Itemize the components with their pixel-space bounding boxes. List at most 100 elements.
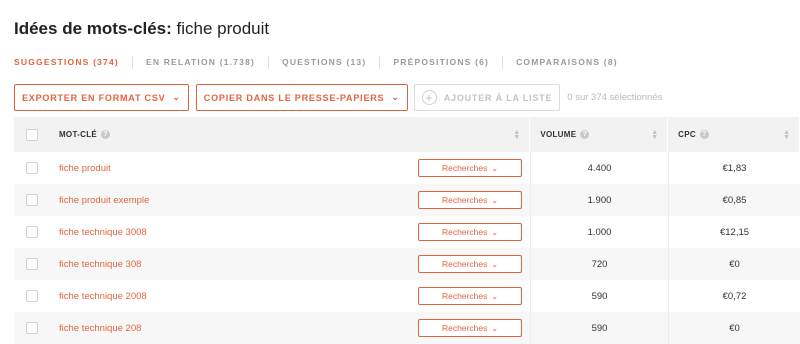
help-icon[interactable]: ? [101,130,111,139]
copy-clipboard-label: COPIER DANS LE PRESSE-PAPIERS [203,92,385,103]
row-check-cell [14,258,50,270]
keyword-link[interactable]: fiche technique 208 [59,323,141,334]
row-checkbox[interactable] [26,194,38,206]
page-title: Idées de mots-clés: fiche produit [14,19,269,39]
row-check-cell [14,162,50,174]
volume-cell: 1.000 [530,216,668,248]
keyword-cell: fiche technique 2008 Recherches ⌄ [50,280,530,312]
searches-label: Recherches [441,195,488,205]
tab-en-relation[interactable]: EN RELATION (1.738) [146,57,255,67]
page-title-label: Idées de mots-clés: [14,19,172,38]
selection-count: 0 sur 374 sélectionnés [567,92,663,103]
keyword-cell: fiche produit Recherches ⌄ [50,152,530,184]
tab-divider [502,55,504,69]
searches-button[interactable]: Recherches ⌄ [418,159,522,177]
add-to-list-button[interactable]: + AJOUTER À LA LISTE [413,84,561,111]
header-cpc-wrap: CPC ? [678,130,709,139]
volume-cell: 590 [530,280,668,312]
header-cpc-label: CPC [678,130,696,139]
cpc-cell: €0 [668,312,800,344]
row-checkbox[interactable] [26,290,38,302]
keyword-table: MOT-CLÉ ? ▲ ▼ VOLUME ? ▲ ▼ CPC ? ▲ ▼ fiche … [14,117,800,344]
table-row: fiche technique 308 Recherches ⌄ 720 €0 [14,248,800,280]
chevron-down-icon: ⌄ [391,92,400,102]
keyword-link[interactable]: fiche produit [59,163,111,174]
cpc-cell: €0 [668,248,800,280]
searches-label: Recherches [441,323,488,333]
export-csv-button[interactable]: EXPORTER EN FORMAT CSV ⌄ [14,84,189,111]
row-check-cell [14,194,50,206]
select-all-cell [14,128,50,141]
header-keyword-wrap: MOT-CLÉ ? [58,130,111,139]
add-to-list-label: AJOUTER À LA LISTE [443,92,553,103]
searches-button[interactable]: Recherches ⌄ [418,319,522,337]
searches-button[interactable]: Recherches ⌄ [418,255,522,273]
table-row: fiche technique 208 Recherches ⌄ 590 €0 [14,312,800,344]
keyword-cell: fiche technique 3008 Recherches ⌄ [50,216,530,248]
row-check-cell [14,290,50,302]
cpc-cell: €1,83 [668,152,800,184]
volume-cell: 720 [530,248,668,280]
keyword-cell: fiche technique 308 Recherches ⌄ [50,248,530,280]
sort-icon[interactable]: ▲ ▼ [783,129,790,141]
volume-cell: 590 [530,312,668,344]
cpc-cell: €0,72 [668,280,800,312]
chevron-down-icon: ⌄ [491,227,499,237]
tab-comparaisons[interactable]: COMPARAISONS (8) [516,57,618,67]
tab-divider [268,55,270,69]
copy-clipboard-button[interactable]: COPIER DANS LE PRESSE-PAPIERS ⌄ [195,84,408,111]
searches-label: Recherches [441,291,488,301]
keyword-link[interactable]: fiche produit exemple [59,195,149,206]
searches-button[interactable]: Recherches ⌄ [418,287,522,305]
header-keyword[interactable]: MOT-CLÉ ? ▲ ▼ [50,117,529,152]
table-row: fiche technique 3008 Recherches ⌄ 1.000 €… [14,216,800,248]
tab-divider [379,55,381,69]
row-check-cell [14,322,50,334]
help-icon[interactable]: ? [699,130,709,139]
header-volume-label: VOLUME [540,130,577,139]
chevron-down-icon: ⌄ [491,291,499,301]
header-volume-wrap: VOLUME ? [540,130,590,139]
searches-button[interactable]: Recherches ⌄ [418,223,522,241]
header-cpc[interactable]: CPC ? ▲ ▼ [667,117,799,152]
sort-icon[interactable]: ▲ ▼ [651,129,658,141]
row-checkbox[interactable] [26,322,38,334]
help-icon[interactable]: ? [580,130,590,139]
tab-suggestions[interactable]: SUGGESTIONS (374) [14,57,119,67]
table-row: fiche produit Recherches ⌄ 4.400 €1,83 [14,152,800,184]
searches-button[interactable]: Recherches ⌄ [418,191,522,209]
header-keyword-label: MOT-CLÉ [58,130,98,139]
tab-bar: SUGGESTIONS (374) EN RELATION (1.738) QU… [14,55,618,69]
keyword-link[interactable]: fiche technique 3008 [59,227,147,238]
tab-questions[interactable]: QUESTIONS (13) [282,57,366,67]
header-volume[interactable]: VOLUME ? ▲ ▼ [529,117,667,152]
searches-label: Recherches [441,227,488,237]
table-row: fiche technique 2008 Recherches ⌄ 590 €0,… [14,280,800,312]
row-checkbox[interactable] [26,226,38,238]
row-checkbox[interactable] [26,258,38,270]
chevron-down-icon: ⌄ [172,92,181,102]
cpc-cell: €0,85 [668,184,800,216]
chevron-down-icon: ⌄ [491,259,499,269]
row-check-cell [14,226,50,238]
export-csv-label: EXPORTER EN FORMAT CSV [22,92,166,103]
keyword-link[interactable]: fiche technique 308 [59,259,141,270]
tab-prepositions[interactable]: PRÉPOSITIONS (6) [393,57,489,67]
chevron-down-icon: ⌄ [491,323,499,333]
volume-cell: 4.400 [530,152,668,184]
keyword-cell: fiche produit exemple Recherches ⌄ [50,184,530,216]
select-all-checkbox[interactable] [25,128,38,141]
cpc-cell: €12,15 [668,216,800,248]
searches-label: Recherches [441,163,488,173]
row-checkbox[interactable] [26,162,38,174]
chevron-down-icon: ⌄ [491,163,499,173]
searches-label: Recherches [441,259,488,269]
sort-icon[interactable]: ▲ ▼ [513,129,520,141]
table-header: MOT-CLÉ ? ▲ ▼ VOLUME ? ▲ ▼ CPC ? ▲ ▼ [14,117,800,152]
keyword-cell: fiche technique 208 Recherches ⌄ [50,312,530,344]
page-title-query: fiche produit [176,19,270,38]
keyword-link[interactable]: fiche technique 2008 [59,291,147,302]
chevron-down-icon: ⌄ [491,195,499,205]
volume-cell: 1.900 [530,184,668,216]
table-row: fiche produit exemple Recherches ⌄ 1.900 … [14,184,800,216]
